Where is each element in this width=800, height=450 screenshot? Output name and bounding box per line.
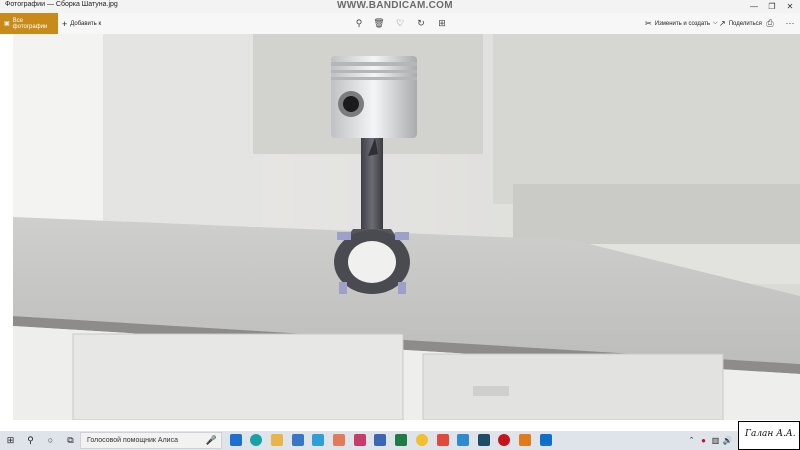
paint-app-icon[interactable] [333, 434, 345, 446]
window-title: Фотографии — Сборка Шатуна.jpg [5, 1, 118, 8]
photos-active-app-icon[interactable] [540, 434, 552, 446]
photos-editor-icon[interactable] [374, 434, 386, 446]
photos-toolbar: ▣ Все фотографии + Добавить к ⚲ 🗑 ♡ ↻ ⊞ … [0, 13, 800, 34]
windows-start-icon[interactable]: ⊞ [4, 434, 17, 447]
photo-viewer [0, 34, 800, 431]
store-app-icon[interactable] [312, 434, 324, 446]
title-bar: Фотографии — Сборка Шатуна.jpg WWW.BANDI… [0, 0, 800, 13]
terminal-app-icon[interactable] [478, 434, 490, 446]
alice-assistant-search[interactable]: Голосовой помощник Алиса 🎤 [80, 432, 222, 449]
calculator-app-icon[interactable] [292, 434, 304, 446]
volume-icon[interactable]: 🔊 [721, 434, 734, 447]
media-app-icon[interactable] [354, 434, 366, 446]
delete-icon[interactable]: 🗑 [373, 17, 385, 29]
print-icon[interactable]: ⎙ [764, 17, 776, 29]
yandex-app-icon[interactable] [437, 434, 449, 446]
inventor-app-icon[interactable] [519, 434, 531, 446]
network-app-icon[interactable] [457, 434, 469, 446]
record-app-icon[interactable] [498, 434, 510, 446]
excel-app-icon[interactable] [395, 434, 407, 446]
crop-icon[interactable]: ⊞ [436, 17, 448, 29]
file-explorer-icon[interactable] [271, 434, 283, 446]
add-to-label: Добавить к [70, 20, 102, 27]
all-photos-label: Все фотографии [12, 17, 48, 30]
search-placeholder: Голосовой помощник Алиса [87, 437, 178, 444]
all-photos-button[interactable]: ▣ Все фотографии [0, 13, 58, 34]
windows-taskbar: ⊞ ⚲ ○ ⧉ Голосовой помощник Алиса 🎤 ⌃ ● ▥… [0, 431, 800, 450]
minimize-button[interactable]: — [745, 0, 763, 13]
share-label: Поделиться [728, 20, 762, 27]
signature-text: Галан А.А. [745, 429, 796, 439]
plus-icon: + [62, 18, 68, 29]
close-button[interactable]: ✕ [781, 0, 799, 13]
rendered-scene [13, 34, 800, 420]
microphone-icon[interactable]: 🎤 [206, 435, 217, 446]
edge-app-icon[interactable] [250, 434, 262, 446]
photos-icon: ▣ [4, 21, 10, 27]
edit-create-label: Изменить и создать [654, 20, 710, 27]
share-button[interactable]: ↗ Поделиться [719, 13, 762, 34]
mail-app-icon[interactable] [230, 434, 242, 446]
zoom-icon[interactable]: ⚲ [353, 17, 365, 29]
chevron-down-icon: ⌵ [713, 20, 718, 26]
recording-watermark: WWW.BANDICAM.COM [337, 0, 453, 11]
author-signature-stamp: Галан А.А. [738, 421, 800, 450]
share-icon: ↗ [719, 19, 726, 28]
more-icon[interactable]: ⋯ [784, 17, 796, 29]
chrome-app-icon[interactable] [416, 434, 428, 446]
edit-create-button[interactable]: ✂ Изменить и создать ⌵ [645, 13, 718, 34]
restore-button[interactable]: ❐ [763, 0, 781, 13]
task-view-icon[interactable]: ⧉ [64, 434, 77, 447]
search-icon[interactable]: ⚲ [24, 434, 37, 447]
favorite-icon[interactable]: ♡ [394, 17, 406, 29]
photo-image[interactable] [13, 34, 800, 420]
cortana-icon[interactable]: ○ [44, 434, 57, 447]
rotate-icon[interactable]: ↻ [415, 17, 427, 29]
add-to-button[interactable]: + Добавить к [62, 13, 101, 34]
edit-icon: ✂ [645, 19, 652, 28]
